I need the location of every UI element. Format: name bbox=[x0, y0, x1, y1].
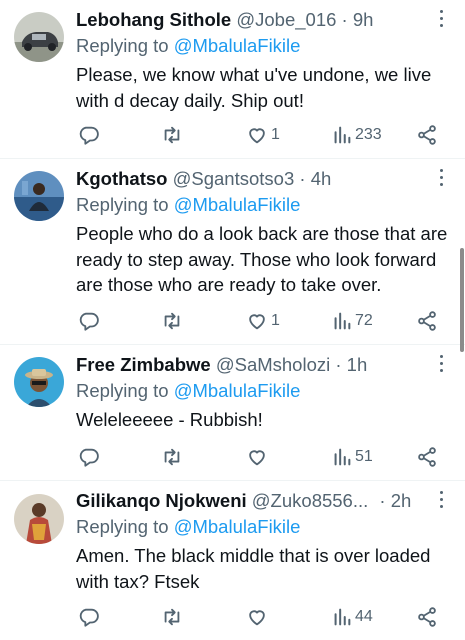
reply-text: Please, we know what u've undone, we liv… bbox=[76, 64, 432, 111]
like-button[interactable] bbox=[246, 444, 271, 470]
reply-header: Kgothatso @Sgantsotso3 · 4h bbox=[76, 167, 331, 191]
like-button[interactable] bbox=[246, 604, 271, 630]
share-icon bbox=[418, 447, 436, 467]
reply-card[interactable]: Kgothatso @Sgantsotso3 · 4h Replying to … bbox=[0, 159, 465, 345]
reply-icon bbox=[79, 126, 99, 145]
share-button[interactable] bbox=[416, 308, 438, 334]
mention-link[interactable]: @MbalulaFikile bbox=[174, 516, 301, 537]
like-icon bbox=[249, 314, 265, 330]
views-icon bbox=[334, 126, 351, 144]
views-icon bbox=[334, 312, 351, 330]
reply-header: Free Zimbabwe @SaMsholozi · 1h bbox=[76, 353, 367, 377]
replying-prefix: Replying to bbox=[76, 35, 169, 56]
more-icon[interactable] bbox=[437, 10, 445, 32]
avatar[interactable] bbox=[14, 171, 64, 221]
reply-header: Lebohang Sithole @Jobe_016 · 9h bbox=[76, 8, 373, 32]
view-count: 72 bbox=[355, 312, 373, 329]
retweet-icon bbox=[164, 448, 180, 466]
display-name[interactable]: Kgothatso bbox=[76, 168, 167, 189]
share-button[interactable] bbox=[416, 604, 438, 630]
action-bar: 1 72 bbox=[76, 308, 456, 334]
reply-button[interactable] bbox=[78, 444, 100, 470]
views-icon bbox=[334, 608, 351, 626]
like-count: 1 bbox=[271, 126, 280, 143]
more-icon[interactable] bbox=[437, 169, 445, 191]
share-icon bbox=[418, 311, 436, 331]
like-button[interactable]: 1 bbox=[246, 122, 280, 148]
views-button[interactable]: 51 bbox=[332, 444, 373, 470]
scrollbar[interactable] bbox=[460, 248, 464, 352]
views-button[interactable]: 233 bbox=[332, 122, 382, 148]
reply-button[interactable] bbox=[78, 122, 100, 148]
replying-prefix: Replying to bbox=[76, 516, 169, 537]
retweet-icon bbox=[164, 312, 180, 330]
replying-to: Replying to @MbalulaFikile bbox=[76, 34, 300, 58]
views-button[interactable]: 72 bbox=[332, 308, 373, 334]
view-count: 44 bbox=[355, 608, 373, 625]
timestamp[interactable]: · 2h bbox=[379, 490, 411, 511]
views-button[interactable]: 44 bbox=[332, 604, 373, 630]
action-bar: 1 233 bbox=[76, 122, 456, 148]
like-count: 1 bbox=[271, 312, 280, 329]
like-icon bbox=[249, 450, 265, 466]
mention-link[interactable]: @MbalulaFikile bbox=[174, 194, 301, 215]
reply-text: Amen. The black middle that is over load… bbox=[76, 545, 431, 592]
retweet-button[interactable] bbox=[160, 308, 184, 334]
view-count: 51 bbox=[355, 448, 373, 465]
timestamp[interactable]: · 9h bbox=[342, 9, 374, 30]
retweet-button[interactable] bbox=[160, 122, 184, 148]
avatar[interactable] bbox=[14, 12, 64, 62]
reply-icon bbox=[79, 448, 99, 467]
user-handle[interactable]: @Jobe_016 bbox=[236, 9, 336, 30]
mention-link[interactable]: @MbalulaFikile bbox=[174, 380, 301, 401]
reply-icon bbox=[79, 312, 99, 331]
avatar[interactable] bbox=[14, 494, 64, 544]
like-icon bbox=[249, 128, 265, 144]
views-icon bbox=[334, 448, 351, 466]
more-icon[interactable] bbox=[437, 491, 445, 513]
reply-button[interactable] bbox=[78, 308, 100, 334]
retweet-icon bbox=[164, 126, 180, 144]
action-bar: 51 bbox=[76, 444, 456, 470]
replying-to: Replying to @MbalulaFikile bbox=[76, 515, 300, 539]
retweet-button[interactable] bbox=[160, 444, 184, 470]
more-icon[interactable] bbox=[437, 355, 445, 377]
replying-prefix: Replying to bbox=[76, 194, 169, 215]
retweet-button[interactable] bbox=[160, 604, 184, 630]
view-count: 233 bbox=[355, 126, 382, 143]
reply-text: People who do a look back are those that… bbox=[76, 223, 448, 295]
reply-text: Weleleeeee - Rubbish! bbox=[76, 409, 263, 430]
like-icon bbox=[249, 610, 265, 626]
display-name[interactable]: Gilikanqo Njokweni bbox=[76, 490, 247, 511]
reply-button[interactable] bbox=[78, 604, 100, 630]
share-icon bbox=[418, 125, 436, 145]
mention-link[interactable]: @MbalulaFikile bbox=[174, 35, 301, 56]
reply-header: Gilikanqo Njokweni @Zuko8556... · 2h bbox=[76, 489, 411, 513]
reply-card[interactable]: Gilikanqo Njokweni @Zuko8556... · 2h Rep… bbox=[0, 481, 465, 640]
timestamp[interactable]: · 1h bbox=[335, 354, 367, 375]
display-name[interactable]: Free Zimbabwe bbox=[76, 354, 211, 375]
reply-icon bbox=[79, 608, 99, 627]
reply-card[interactable]: Lebohang Sithole @Jobe_016 · 9h Replying… bbox=[0, 0, 465, 159]
replying-to: Replying to @MbalulaFikile bbox=[76, 193, 300, 217]
share-icon bbox=[418, 607, 436, 627]
retweet-icon bbox=[164, 608, 180, 626]
replying-prefix: Replying to bbox=[76, 380, 169, 401]
share-button[interactable] bbox=[416, 122, 438, 148]
display-name[interactable]: Lebohang Sithole bbox=[76, 9, 231, 30]
timestamp[interactable]: · 4h bbox=[299, 168, 331, 189]
user-handle[interactable]: @Sgantsotso3 bbox=[173, 168, 295, 189]
reply-card[interactable]: Free Zimbabwe @SaMsholozi · 1h Replying … bbox=[0, 345, 465, 481]
action-bar: 44 bbox=[76, 604, 456, 630]
like-button[interactable]: 1 bbox=[246, 308, 280, 334]
share-button[interactable] bbox=[416, 444, 438, 470]
avatar[interactable] bbox=[14, 357, 64, 407]
replying-to: Replying to @MbalulaFikile bbox=[76, 379, 300, 403]
user-handle[interactable]: @Zuko8556... bbox=[252, 490, 368, 511]
user-handle[interactable]: @SaMsholozi bbox=[216, 354, 330, 375]
